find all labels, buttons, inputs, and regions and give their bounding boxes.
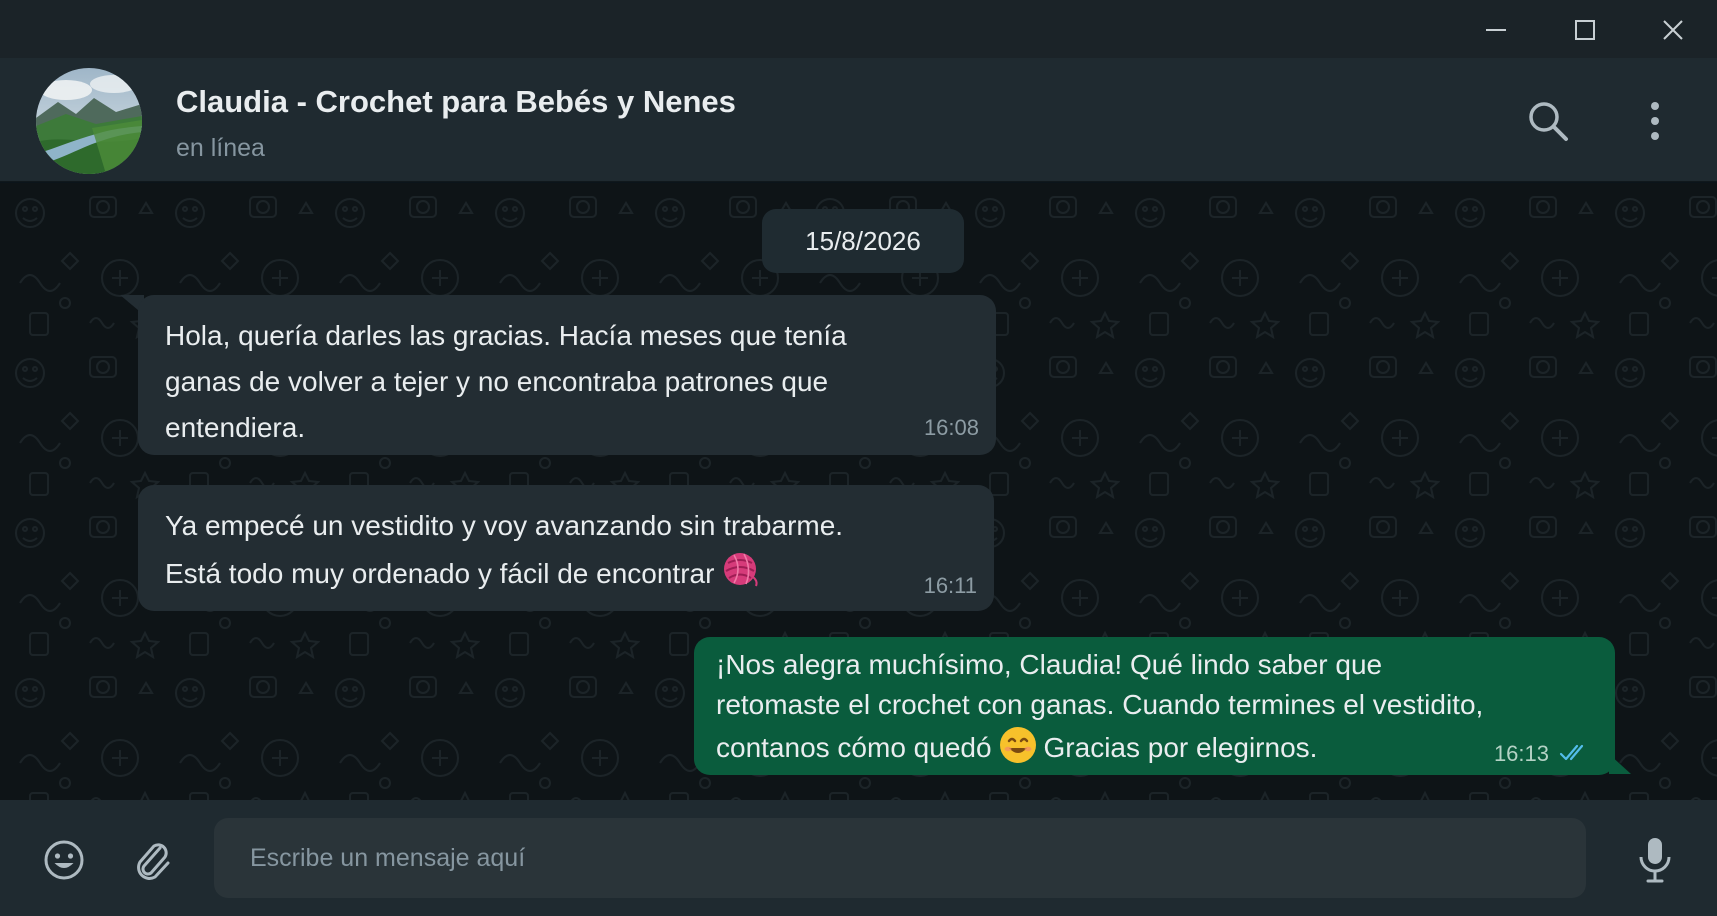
message-bubble-outgoing[interactable]: ¡Nos alegra muchísimo, Claudia! Qué lind… — [694, 637, 1615, 775]
contact-name[interactable]: Claudia - Crochet para Bebés y Nenes — [176, 84, 736, 120]
message-line: Ya empecé un vestidito y voy avanzando s… — [165, 510, 844, 541]
message-time: 16:08 — [923, 415, 979, 440]
minimize-icon[interactable] — [1466, 10, 1526, 50]
microphone-icon[interactable] — [1625, 830, 1685, 890]
search-icon[interactable] — [1521, 94, 1575, 148]
emoji-icon[interactable] — [34, 830, 94, 890]
window-titlebar — [0, 0, 1717, 58]
landscape-avatar-icon — [36, 68, 142, 174]
more-options-icon[interactable] — [1628, 94, 1682, 148]
message-line: contanos cómo quedó Gracias por elegirno… — [716, 725, 1483, 768]
message-text: Hola, quería darles las gracias. Hacía m… — [165, 313, 847, 451]
close-icon[interactable] — [1643, 10, 1703, 50]
attach-icon[interactable] — [122, 830, 182, 890]
message-input[interactable] — [214, 818, 1586, 898]
message-line: Está todo muy ordenado y fácil de encont… — [165, 549, 843, 597]
maximize-icon[interactable] — [1555, 10, 1615, 50]
bubble-tail — [1609, 754, 1631, 774]
message-line: entendiera. — [165, 412, 306, 443]
message-text: ¡Nos alegra muchísimo, Claudia! Qué lind… — [716, 645, 1483, 768]
chat-header: Claudia - Crochet para Bebés y Nenes en … — [0, 58, 1717, 182]
smiling-face-icon — [999, 727, 1036, 763]
message-time: 16:11 — [923, 573, 977, 598]
contact-status: en línea — [176, 134, 265, 162]
message-line: ¡Nos alegra muchísimo, Claudia! Qué lind… — [716, 649, 1383, 680]
date-chip: 15/8/2026 — [762, 209, 964, 273]
message-line: retomaste el crochet con ganas. Cuando t… — [716, 689, 1484, 720]
message-text: Ya empecé un vestidito y voy avanzando s… — [165, 503, 843, 597]
message-line: Hola, quería darles las gracias. Hacía m… — [165, 320, 847, 351]
message-bubble-incoming[interactable]: Ya empecé un vestidito y voy avanzando s… — [138, 485, 994, 611]
yarn-ball-icon — [724, 553, 758, 587]
contact-avatar[interactable] — [36, 68, 142, 174]
message-line: ganas de volver a tejer y no encontraba … — [165, 366, 829, 397]
double-check-read-icon — [1559, 744, 1584, 761]
message-time: 16:13 — [1493, 741, 1549, 766]
chat-area[interactable]: 15/8/2026 Hola, quería darles las gracia… — [0, 183, 1717, 800]
message-bubble-incoming[interactable]: Hola, quería darles las gracias. Hacía m… — [138, 295, 996, 455]
message-composer — [0, 800, 1717, 916]
